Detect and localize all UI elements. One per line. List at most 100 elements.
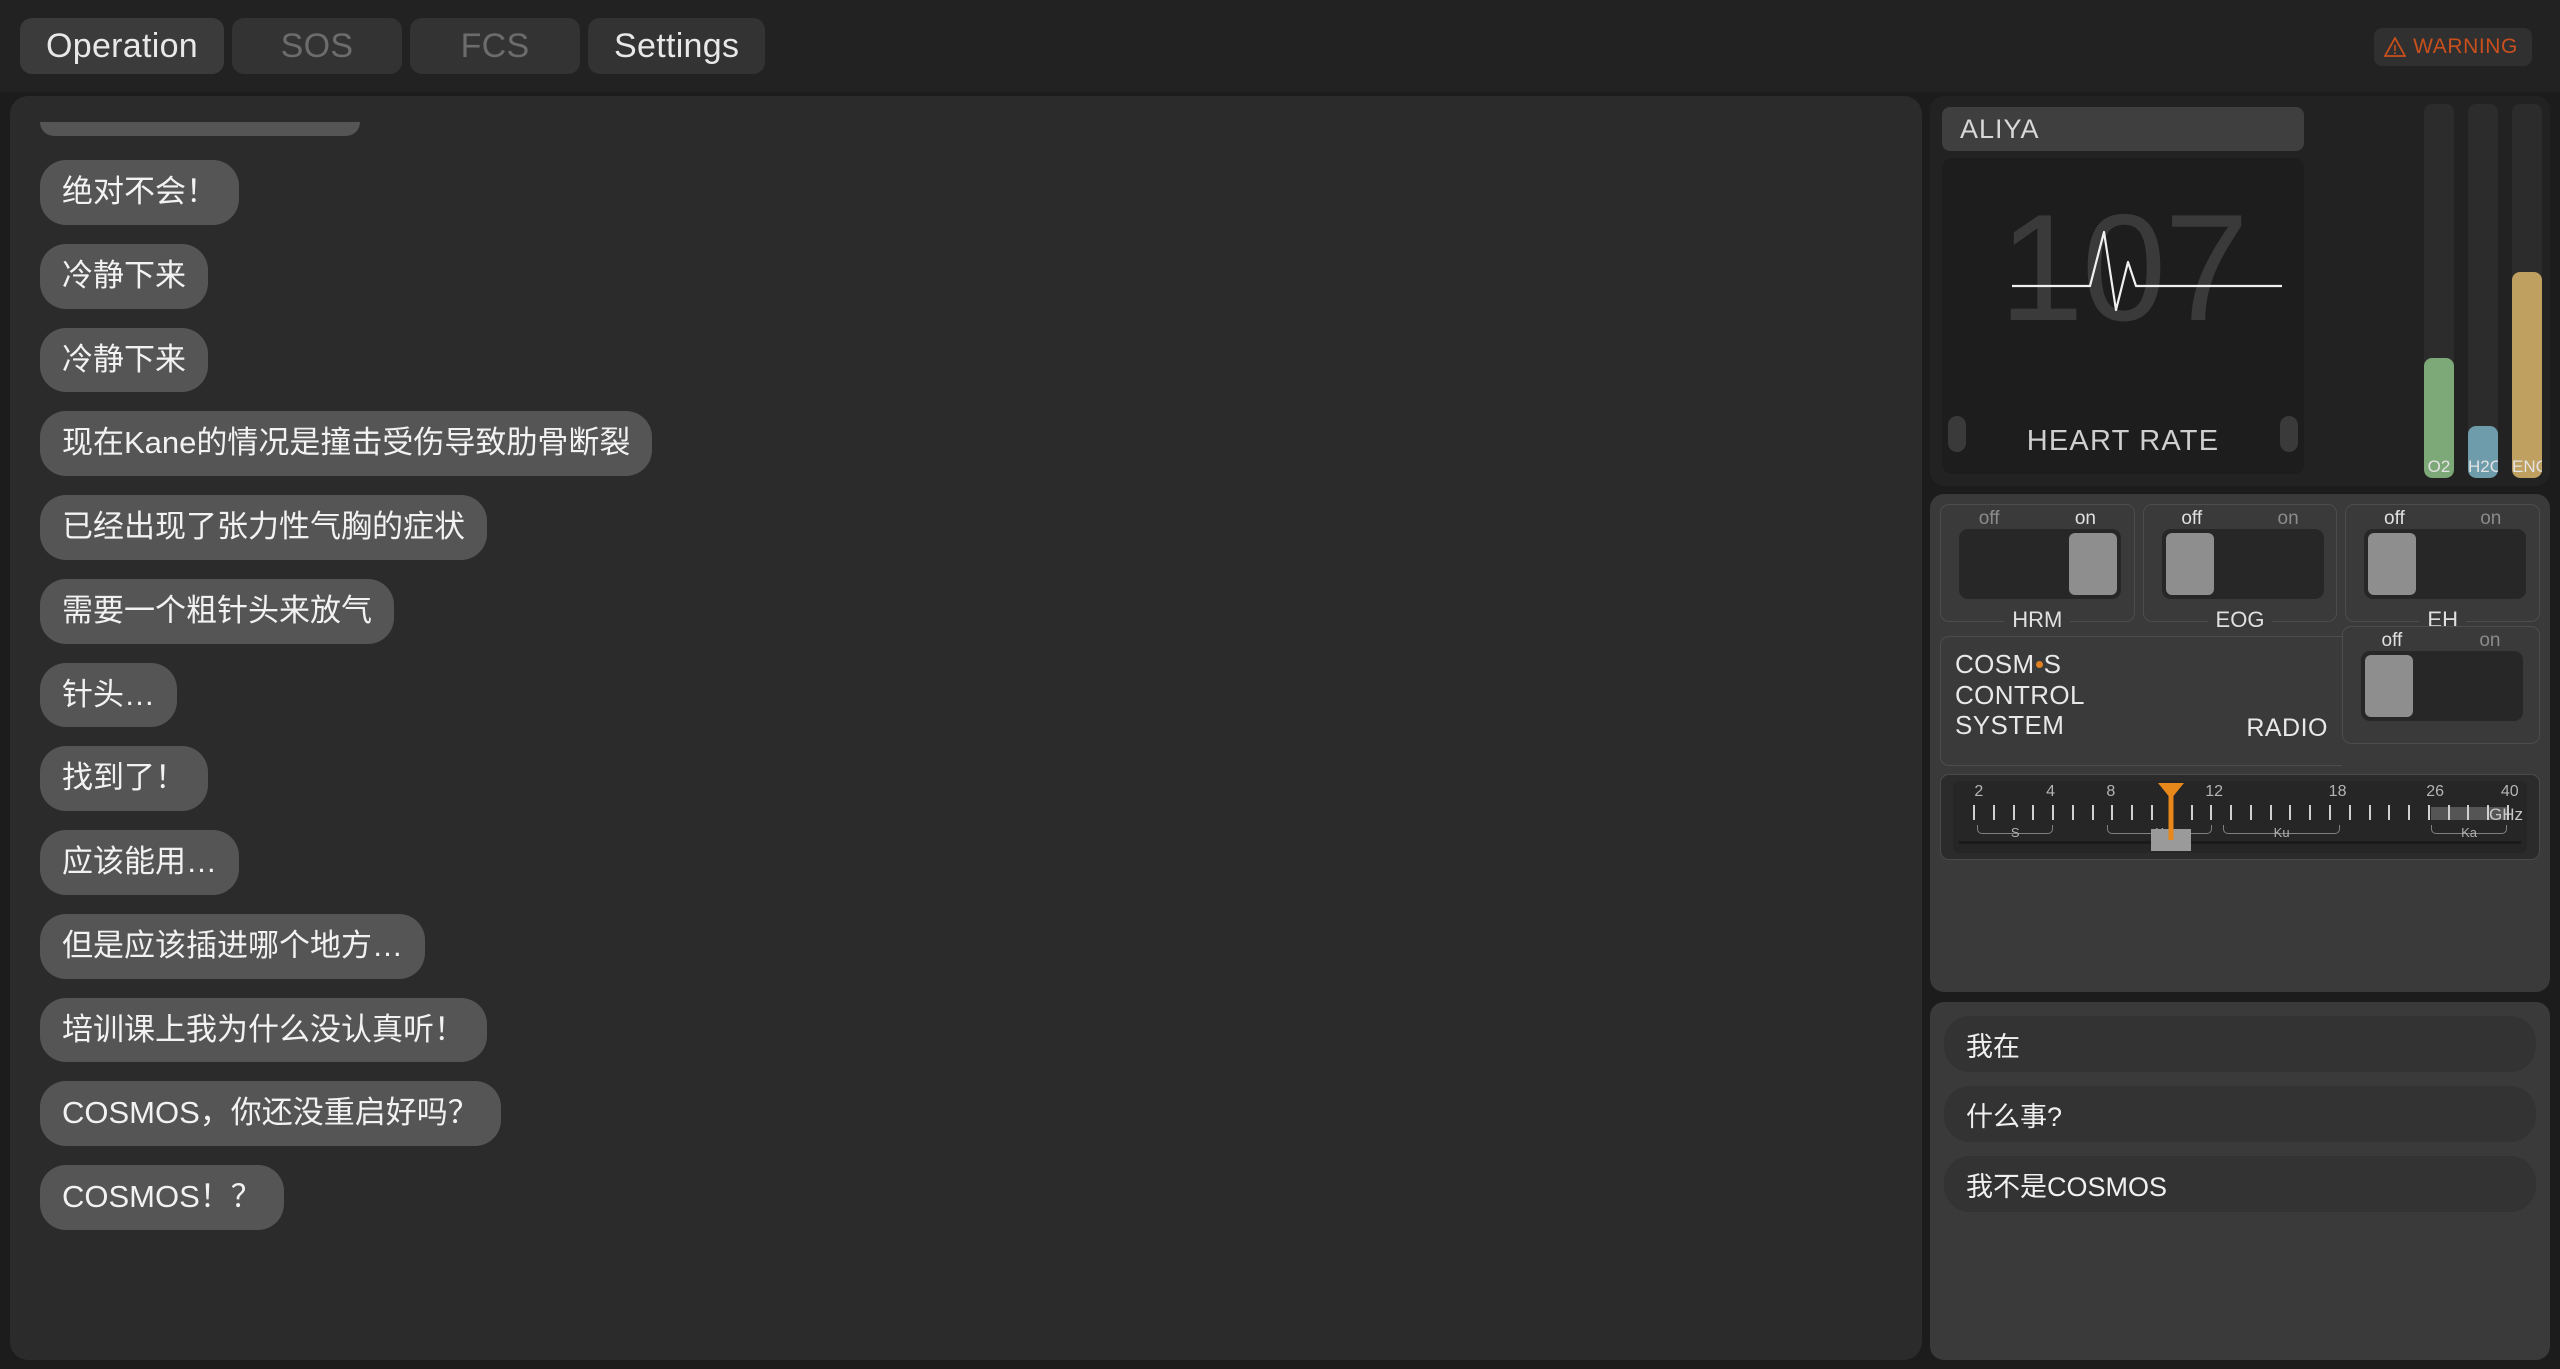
tab-label: SOS	[280, 26, 354, 65]
chat-message-list[interactable]: 绝对不会！ 冷静下来 冷静下来 现在Kane的情况是撞击受伤导致肋骨断裂 已经出现了张力…	[10, 96, 1922, 1360]
toggle-on-label: on	[2480, 508, 2502, 529]
tab-sos[interactable]: SOS	[232, 18, 403, 74]
toggle-on-label: on	[2074, 508, 2096, 529]
crew-name-label: ALIYA	[1960, 113, 2040, 144]
chat-message-row: 应该能用…	[40, 830, 1892, 914]
chat-bubble: 应该能用…	[40, 830, 239, 895]
chat-panel: 绝对不会！ 冷静下来 冷静下来 现在Kane的情况是撞击受伤导致肋骨断裂 已经出现了张力…	[10, 96, 1922, 1360]
toggle-knob[interactable]	[2069, 533, 2117, 595]
heart-rate-monitor: 107 HEART RATE	[1942, 158, 2304, 474]
gauge-eng: ENG	[2512, 104, 2542, 478]
chat-bubble: 培训课上我为什么没认真听！	[40, 997, 487, 1063]
toggle-track[interactable]	[2361, 651, 2523, 721]
reply-option-label: 我在	[1966, 1031, 2020, 1062]
reply-option[interactable]: 我在	[1944, 1016, 2536, 1072]
chat-message-row	[40, 122, 1892, 160]
gauge-label: O2	[2427, 457, 2451, 476]
tab-list: Operation SOS FCS Settings	[0, 18, 766, 74]
frequency-tick	[2408, 805, 2411, 820]
toggle-switch-name-text: EOG	[2207, 607, 2273, 632]
tab-label: Settings	[614, 26, 740, 65]
chat-bubble: 冷静下来	[40, 243, 208, 309]
frequency-needle-head-icon	[2158, 783, 2185, 799]
tab-label: Operation	[46, 26, 199, 65]
toggle-on-label: on	[2277, 508, 2299, 529]
frequency-scale[interactable]: 24812182640SXKuKaGHz	[1953, 781, 2527, 853]
chat-message-row: 冷静下来	[40, 243, 1892, 328]
frequency-band-label: Ka	[2461, 825, 2477, 840]
chat-message-row: 但是应该插进哪个地方…	[40, 913, 1892, 998]
resource-gauge-group: O2 H2O ENG	[2314, 104, 2542, 478]
warning-triangle-icon	[2384, 37, 2407, 57]
frequency-tick	[2012, 805, 2015, 820]
frequency-tick-label: 12	[2205, 783, 2224, 800]
toggle-switch-hrm[interactable]: off on HRM	[1940, 504, 2135, 632]
toggle-knob[interactable]	[2165, 533, 2214, 595]
chat-bubble: 已经出现了张力性气胸的症状	[40, 495, 487, 560]
reply-option-label: 什么事?	[1966, 1101, 2063, 1132]
toggle-knob[interactable]	[2365, 655, 2413, 717]
frequency-tick	[2032, 805, 2035, 820]
crew-name-field: ALIYA	[1942, 107, 2304, 151]
reply-options-panel: 我在什么事? 我不是COSMOS	[1930, 1002, 2550, 1360]
warning-label: WARNING	[2413, 35, 2518, 58]
toggle-track[interactable]	[1959, 529, 2121, 599]
frequency-band-label: S	[2010, 825, 2020, 840]
reply-option[interactable]: 我不是COSMOS	[1944, 1156, 2536, 1212]
toggle-switch-name: HRM	[1941, 607, 2134, 633]
chat-message-row: COSMOS！？	[40, 1165, 1892, 1249]
gauge-label: ENG	[2512, 457, 2542, 476]
reply-option-label: 我不是COSMOS	[1966, 1171, 2168, 1202]
toggle-switch-eh[interactable]: off on EH	[2345, 504, 2541, 632]
frequency-tick	[2309, 805, 2312, 820]
tab-fcs[interactable]: FCS	[410, 18, 581, 74]
chat-bubble: 绝对不会！	[40, 160, 239, 225]
toggle-track[interactable]	[2161, 529, 2324, 599]
chat-message-row: 绝对不会！	[40, 160, 1892, 244]
chat-message-row: 找到了！	[40, 746, 1892, 830]
chat-bubble: 但是应该插进哪个地方…	[40, 913, 425, 979]
cosmos-control-system-row: COSM S CONTROL SYSTEM RADIO off on	[1940, 626, 2540, 766]
heart-rate-label: HEART RATE	[2026, 425, 2220, 457]
frequency-tick	[2071, 805, 2074, 820]
toggle-switch-row: off on HRM off on EOG off on EH	[1940, 504, 2541, 632]
toggle-switch-name-text: HRM	[2004, 607, 2071, 632]
chat-message-row: 针头…	[40, 662, 1892, 747]
frequency-tick	[2151, 805, 2154, 820]
chat-bubble: 找到了！	[40, 746, 208, 811]
chat-message-row: 需要一个粗针头来放气	[40, 578, 1892, 663]
frequency-tick	[2269, 805, 2272, 820]
toggle-switch-radio-labels: off on	[2343, 630, 2539, 652]
frequency-tick	[2190, 805, 2193, 820]
toggle-switch-radio[interactable]: off on	[2342, 626, 2540, 744]
gauge-fill	[2512, 272, 2542, 478]
frequency-slider-track[interactable]	[1959, 841, 2521, 844]
chat-bubble: COSMOS，你还没重启好吗？	[40, 1081, 501, 1146]
right-sidebar: ALIYA 107 HEART RATE O2H2OENG offonHRMof…	[1930, 96, 2550, 1360]
gauge-label: H2O	[2468, 457, 2498, 476]
toggle-track[interactable]	[2364, 529, 2527, 599]
chat-message-row: 培训课上我为什么没认真听！	[40, 997, 1892, 1082]
ecg-waveform-icon	[2012, 230, 2282, 312]
frequency-tick	[2052, 805, 2055, 820]
frequency-tick	[2131, 805, 2134, 820]
tab-operation[interactable]: Operation	[20, 18, 225, 74]
chat-message-row: 冷静下来	[40, 327, 1892, 412]
reply-option[interactable]: 什么事?	[1944, 1086, 2536, 1142]
chat-bubble: COSMOS！？	[40, 1165, 284, 1230]
toggle-switch-eog[interactable]: off on EOG	[2142, 504, 2338, 632]
toggle-off-label: off	[2381, 630, 2403, 651]
frequency-tick	[1992, 805, 1995, 820]
frequency-tick	[2230, 805, 2233, 820]
chat-message-row: COSMOS，你还没重启好吗？	[40, 1081, 1892, 1165]
frequency-tick	[2348, 805, 2351, 820]
tab-settings[interactable]: Settings	[588, 18, 766, 74]
top-tab-bar: Operation SOS FCS Settings WARNING	[0, 0, 2560, 92]
toggle-off-label: off	[1978, 508, 2000, 529]
system-title-line-1: CONTROL	[1955, 679, 2085, 710]
frequency-slider-panel[interactable]: 24812182640SXKuKaGHz	[1940, 774, 2540, 860]
toggle-knob[interactable]	[2368, 533, 2417, 595]
frequency-tick	[2427, 805, 2430, 820]
toggle-switch-labels: off on	[2144, 508, 2337, 530]
gauge-h2o: H2O	[2468, 104, 2498, 478]
